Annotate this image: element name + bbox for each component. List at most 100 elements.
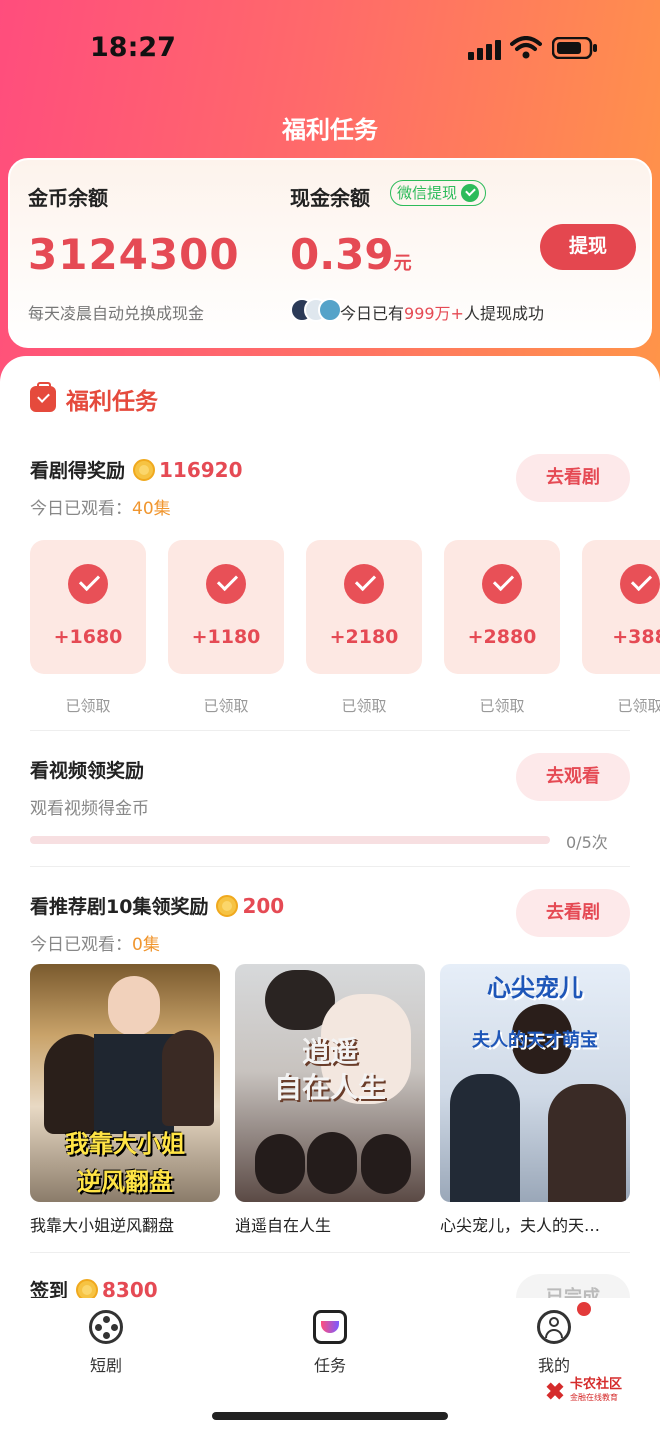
watch-video-task-title: 看视频领奖励 [30, 760, 145, 782]
recommend-progress: 今日已观看：0集 [30, 930, 160, 955]
drama-title: 我靠大小姐逆风翻盘 [30, 1216, 175, 1235]
signal-icon [468, 40, 502, 60]
episode-reward-amount: +2180 [329, 626, 399, 648]
drama-title: 逍遥自在人生 [235, 1216, 332, 1235]
wifi-icon [510, 36, 542, 59]
film-reel-icon [89, 1310, 123, 1344]
section-title: 福利任务 [66, 389, 158, 415]
cash-balance-value: 0.39元 [290, 230, 412, 279]
withdraw-note-suffix: 人提现成功 [463, 304, 544, 323]
poster-title: 心尖宠儿 [487, 974, 583, 1002]
watched-count: 0集 [132, 935, 160, 955]
avatar [318, 298, 342, 322]
watch-video-subtitle: 观看视频得金币 [30, 799, 149, 819]
episode-reward-amount: +1180 [191, 626, 261, 648]
episode-reward-amount: +2880 [467, 626, 537, 648]
episode-reward-card[interactable]: +388 [582, 540, 660, 674]
task-panel: 福利任务 看剧得奖励 116920 今日已观看：40集 去看剧 +1680 已领… [0, 356, 660, 1434]
episode-reward-status: 已领取 [65, 697, 111, 715]
episode-reward-row[interactable]: +1680 已领取 +1180 已领取 +2180 已领取 +2880 已领取 … [30, 540, 660, 720]
episode-reward-card[interactable]: +2880 [444, 540, 560, 674]
episode-reward-card[interactable]: +2180 [306, 540, 422, 674]
poster-title: 逍遥 [301, 1035, 358, 1068]
video-progress-text: 0/5次 [566, 833, 608, 852]
task-title-text: 看推荐剧10集领奖励 [30, 896, 209, 918]
coin-icon [216, 894, 239, 917]
withdraw-button[interactable]: 提现 [540, 224, 636, 270]
drama-title: 心尖宠儿，夫人的天… [440, 1216, 601, 1235]
episode-reward-amount: +1680 [53, 626, 123, 648]
episode-reward-status: 已领取 [203, 697, 249, 715]
task-title-text: 看剧得奖励 [30, 460, 126, 482]
episode-reward-status: 已领取 [479, 697, 525, 715]
coin-balance-label: 金币余额 [28, 186, 108, 210]
drama-poster[interactable]: 心尖宠儿 夫人的天才萌宝 [440, 964, 630, 1202]
drama-poster[interactable]: 逍遥 自在人生 [235, 964, 425, 1202]
recommend-task-title: 看推荐剧10集领奖励 200 [30, 892, 284, 919]
divider [30, 866, 630, 867]
section-header: 福利任务 [30, 382, 158, 416]
watch-drama-button[interactable]: 去看剧 [516, 454, 630, 502]
divider [30, 730, 630, 731]
episode-reward-status: 已领取 [341, 697, 387, 715]
checkmark-icon [344, 564, 384, 604]
withdraw-note-prefix: 今日已有 [340, 304, 405, 323]
home-indicator [212, 1412, 448, 1420]
cash-unit: 元 [393, 253, 412, 274]
poster-title: 夫人的天才萌宝 [472, 1030, 598, 1051]
watched-count: 40集 [132, 499, 171, 519]
watched-label: 今日已观看： [30, 935, 132, 955]
task-reward: 116920 [159, 457, 243, 482]
wechat-icon [461, 184, 480, 202]
recommend-watch-button[interactable]: 去看剧 [516, 889, 630, 937]
drama-card[interactable]: 心尖宠儿 夫人的天才萌宝 心尖宠儿，夫人的天… [440, 964, 630, 1236]
episode-reward-status: 已领取 [617, 697, 660, 715]
status-time: 18:27 [90, 32, 176, 63]
episode-reward-card[interactable]: +1180 [168, 540, 284, 674]
checkmark-icon [206, 564, 246, 604]
task-reward: 200 [242, 893, 285, 918]
tab-short-drama[interactable]: 短剧 [46, 1310, 166, 1376]
checkmark-icon [620, 564, 660, 604]
profile-icon [537, 1310, 571, 1344]
recommended-drama-list: 我靠大小姐 逆风翻盘 我靠大小姐逆风翻盘 逍遥 自在人生 逍遥自在人生 心尖宠儿… [30, 964, 630, 1244]
watermark-subtitle: 金融在线教育 [570, 1393, 618, 1402]
drama-card[interactable]: 逍遥 自在人生 逍遥自在人生 [235, 964, 425, 1236]
tab-label: 短剧 [89, 1356, 122, 1375]
tab-tasks[interactable]: 任务 [270, 1310, 390, 1376]
notification-dot [577, 1302, 591, 1316]
task-clipboard-icon [30, 382, 56, 412]
watch-video-button[interactable]: 去观看 [516, 753, 630, 801]
poster-title: 逆风翻盘 [77, 1168, 173, 1196]
checkmark-icon [482, 564, 522, 604]
tab-label: 任务 [313, 1356, 346, 1375]
withdraw-note-count: 999万+ [404, 304, 464, 323]
poster-title: 我靠大小姐 [65, 1130, 185, 1158]
divider [30, 1252, 630, 1253]
poster-title: 自在人生 [273, 1071, 386, 1104]
watermark-title: 卡农社区 [570, 1377, 623, 1392]
watermark-logo-icon [544, 1380, 566, 1402]
wechat-badge-label: 微信提现 [397, 183, 458, 202]
video-progress-bar [30, 836, 550, 844]
tab-label: 我的 [537, 1356, 570, 1375]
tab-profile[interactable]: 我的 [494, 1310, 614, 1376]
coin-balance-value: 3124300 [28, 230, 240, 279]
page-title: 福利任务 [282, 116, 378, 144]
status-bar: 18:27 [0, 0, 660, 96]
task-icon [313, 1310, 347, 1344]
coin-icon [133, 458, 156, 481]
wechat-withdraw-badge: 微信提现 [390, 180, 487, 206]
user-avatars [290, 298, 342, 322]
episode-reward-amount: +388 [612, 626, 660, 648]
episode-reward-card[interactable]: +1680 [30, 540, 146, 674]
watched-label: 今日已观看： [30, 499, 132, 519]
watch-drama-progress: 今日已观看：40集 [30, 494, 171, 519]
balance-card: 金币余额 3124300 每天凌晨自动兑换成现金 现金余额 微信提现 0.39元… [8, 158, 652, 348]
drama-poster[interactable]: 我靠大小姐 逆风翻盘 [30, 964, 220, 1202]
drama-card[interactable]: 我靠大小姐 逆风翻盘 我靠大小姐逆风翻盘 [30, 964, 220, 1236]
cash-amount: 0.39 [290, 230, 394, 279]
battery-icon [552, 37, 597, 59]
coin-exchange-note: 每天凌晨自动兑换成现金 [28, 304, 205, 323]
watermark: 卡农社区 金融在线教育 [544, 1378, 622, 1403]
